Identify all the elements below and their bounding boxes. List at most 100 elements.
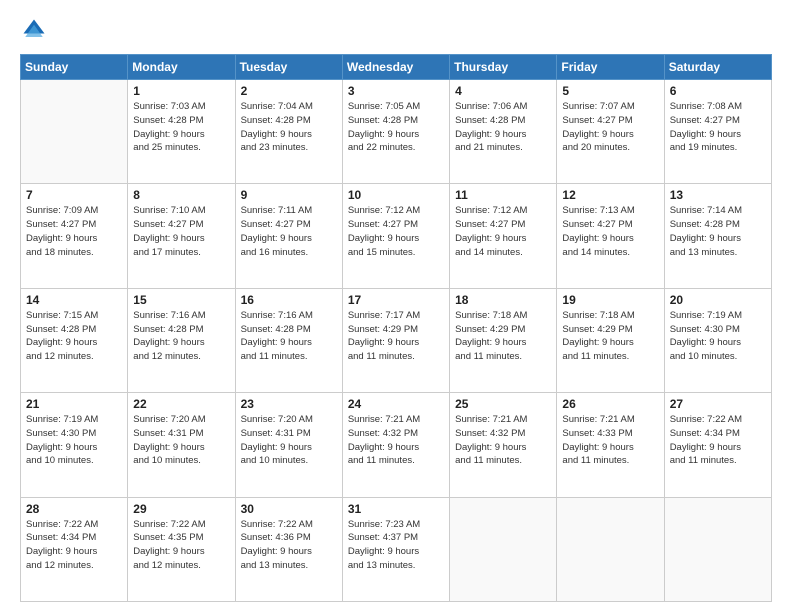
day-number: 29: [133, 502, 229, 516]
day-info: Sunrise: 7:06 AM Sunset: 4:28 PM Dayligh…: [455, 100, 551, 155]
weekday-header: Wednesday: [342, 55, 449, 80]
calendar-cell: 21Sunrise: 7:19 AM Sunset: 4:30 PM Dayli…: [21, 393, 128, 497]
calendar-week-row: 14 Sunrise: 7:15 AM Sunset: 4:28 PM Dayli…: [21, 288, 772, 392]
calendar-cell: [664, 497, 771, 601]
calendar-week-row: 7Sunrise: 7:09 AM Sunset: 4:27 PM Daylig…: [21, 184, 772, 288]
day-number: 24: [348, 397, 444, 411]
calendar-cell: 11 Sunrise: 7:12 AM Sunset: 4:27 PM Dayli…: [450, 184, 557, 288]
calendar-cell: 4 Sunrise: 7:06 AM Sunset: 4:28 PM Daylig…: [450, 80, 557, 184]
day-number: 15: [133, 293, 229, 307]
day-info: Sunrise: 7:22 AM Sunset: 4:34 PM Dayligh…: [670, 413, 766, 468]
logo: [20, 16, 52, 44]
day-number: 28: [26, 502, 122, 516]
day-number: 23: [241, 397, 337, 411]
calendar-cell: 20Sunrise: 7:19 AM Sunset: 4:30 PM Dayli…: [664, 288, 771, 392]
day-info: Sunrise: 7:11 AM Sunset: 4:27 PM Dayligh…: [241, 204, 337, 259]
day-number: 2: [241, 84, 337, 98]
day-info: Sunrise: 7:15 AM Sunset: 4:28 PM Dayligh…: [26, 309, 122, 364]
calendar-cell: 29Sunrise: 7:22 AM Sunset: 4:35 PM Dayli…: [128, 497, 235, 601]
day-number: 9: [241, 188, 337, 202]
day-number: 11: [455, 188, 551, 202]
calendar-cell: 30 Sunrise: 7:22 AM Sunset: 4:36 PM Dayli…: [235, 497, 342, 601]
calendar-cell: 19 Sunrise: 7:18 AM Sunset: 4:29 PM Dayli…: [557, 288, 664, 392]
calendar-week-row: 1 Sunrise: 7:03 AM Sunset: 4:28 PM Daylig…: [21, 80, 772, 184]
calendar-cell: 26 Sunrise: 7:21 AM Sunset: 4:33 PM Dayli…: [557, 393, 664, 497]
calendar-cell: 3 Sunrise: 7:05 AM Sunset: 4:28 PM Daylig…: [342, 80, 449, 184]
day-number: 18: [455, 293, 551, 307]
day-number: 1: [133, 84, 229, 98]
day-info: Sunrise: 7:03 AM Sunset: 4:28 PM Dayligh…: [133, 100, 229, 155]
day-number: 31: [348, 502, 444, 516]
day-number: 12: [562, 188, 658, 202]
calendar-cell: 12 Sunrise: 7:13 AM Sunset: 4:27 PM Dayli…: [557, 184, 664, 288]
weekday-header: Friday: [557, 55, 664, 80]
day-number: 17: [348, 293, 444, 307]
calendar-cell: 16Sunrise: 7:16 AM Sunset: 4:28 PM Dayli…: [235, 288, 342, 392]
weekday-header: Thursday: [450, 55, 557, 80]
day-number: 7: [26, 188, 122, 202]
day-number: 25: [455, 397, 551, 411]
calendar-cell: 23 Sunrise: 7:20 AM Sunset: 4:31 PM Dayli…: [235, 393, 342, 497]
calendar-cell: 17 Sunrise: 7:17 AM Sunset: 4:29 PM Dayli…: [342, 288, 449, 392]
day-info: Sunrise: 7:23 AM Sunset: 4:37 PM Dayligh…: [348, 518, 444, 573]
day-info: Sunrise: 7:19 AM Sunset: 4:30 PM Dayligh…: [26, 413, 122, 468]
day-number: 10: [348, 188, 444, 202]
day-number: 3: [348, 84, 444, 98]
day-info: Sunrise: 7:08 AM Sunset: 4:27 PM Dayligh…: [670, 100, 766, 155]
calendar-week-row: 21Sunrise: 7:19 AM Sunset: 4:30 PM Dayli…: [21, 393, 772, 497]
day-info: Sunrise: 7:10 AM Sunset: 4:27 PM Dayligh…: [133, 204, 229, 259]
day-info: Sunrise: 7:18 AM Sunset: 4:29 PM Dayligh…: [455, 309, 551, 364]
calendar-cell: 28 Sunrise: 7:22 AM Sunset: 4:34 PM Dayli…: [21, 497, 128, 601]
day-info: Sunrise: 7:22 AM Sunset: 4:34 PM Dayligh…: [26, 518, 122, 573]
day-number: 27: [670, 397, 766, 411]
day-info: Sunrise: 7:17 AM Sunset: 4:29 PM Dayligh…: [348, 309, 444, 364]
day-number: 6: [670, 84, 766, 98]
day-number: 5: [562, 84, 658, 98]
day-number: 22: [133, 397, 229, 411]
calendar-cell: 24 Sunrise: 7:21 AM Sunset: 4:32 PM Dayli…: [342, 393, 449, 497]
day-info: Sunrise: 7:13 AM Sunset: 4:27 PM Dayligh…: [562, 204, 658, 259]
day-info: Sunrise: 7:05 AM Sunset: 4:28 PM Dayligh…: [348, 100, 444, 155]
page: SundayMondayTuesdayWednesdayThursdayFrid…: [0, 0, 792, 612]
calendar-cell: 10 Sunrise: 7:12 AM Sunset: 4:27 PM Dayli…: [342, 184, 449, 288]
weekday-header: Tuesday: [235, 55, 342, 80]
header: [20, 16, 772, 44]
day-info: Sunrise: 7:22 AM Sunset: 4:36 PM Dayligh…: [241, 518, 337, 573]
day-info: Sunrise: 7:18 AM Sunset: 4:29 PM Dayligh…: [562, 309, 658, 364]
day-info: Sunrise: 7:20 AM Sunset: 4:31 PM Dayligh…: [241, 413, 337, 468]
calendar-cell: 6 Sunrise: 7:08 AM Sunset: 4:27 PM Daylig…: [664, 80, 771, 184]
day-number: 16: [241, 293, 337, 307]
calendar-cell: [557, 497, 664, 601]
day-info: Sunrise: 7:21 AM Sunset: 4:32 PM Dayligh…: [348, 413, 444, 468]
calendar-cell: 8 Sunrise: 7:10 AM Sunset: 4:27 PM Daylig…: [128, 184, 235, 288]
calendar-cell: 18 Sunrise: 7:18 AM Sunset: 4:29 PM Dayli…: [450, 288, 557, 392]
calendar-cell: 27 Sunrise: 7:22 AM Sunset: 4:34 PM Dayli…: [664, 393, 771, 497]
calendar-cell: 1 Sunrise: 7:03 AM Sunset: 4:28 PM Daylig…: [128, 80, 235, 184]
calendar-table: SundayMondayTuesdayWednesdayThursdayFrid…: [20, 54, 772, 602]
calendar-cell: [450, 497, 557, 601]
calendar-cell: 7Sunrise: 7:09 AM Sunset: 4:27 PM Daylig…: [21, 184, 128, 288]
day-info: Sunrise: 7:04 AM Sunset: 4:28 PM Dayligh…: [241, 100, 337, 155]
logo-icon: [20, 16, 48, 44]
calendar-cell: 15Sunrise: 7:16 AM Sunset: 4:28 PM Dayli…: [128, 288, 235, 392]
calendar-cell: 22Sunrise: 7:20 AM Sunset: 4:31 PM Dayli…: [128, 393, 235, 497]
calendar-cell: 31 Sunrise: 7:23 AM Sunset: 4:37 PM Dayli…: [342, 497, 449, 601]
calendar-header-row: SundayMondayTuesdayWednesdayThursdayFrid…: [21, 55, 772, 80]
day-info: Sunrise: 7:12 AM Sunset: 4:27 PM Dayligh…: [455, 204, 551, 259]
day-info: Sunrise: 7:21 AM Sunset: 4:32 PM Dayligh…: [455, 413, 551, 468]
day-info: Sunrise: 7:12 AM Sunset: 4:27 PM Dayligh…: [348, 204, 444, 259]
calendar-cell: 9 Sunrise: 7:11 AM Sunset: 4:27 PM Daylig…: [235, 184, 342, 288]
day-info: Sunrise: 7:19 AM Sunset: 4:30 PM Dayligh…: [670, 309, 766, 364]
day-info: Sunrise: 7:21 AM Sunset: 4:33 PM Dayligh…: [562, 413, 658, 468]
day-number: 26: [562, 397, 658, 411]
day-number: 4: [455, 84, 551, 98]
calendar-cell: [21, 80, 128, 184]
day-number: 8: [133, 188, 229, 202]
day-number: 19: [562, 293, 658, 307]
weekday-header: Monday: [128, 55, 235, 80]
calendar-cell: 25 Sunrise: 7:21 AM Sunset: 4:32 PM Dayli…: [450, 393, 557, 497]
day-number: 14: [26, 293, 122, 307]
weekday-header: Saturday: [664, 55, 771, 80]
day-info: Sunrise: 7:14 AM Sunset: 4:28 PM Dayligh…: [670, 204, 766, 259]
day-number: 30: [241, 502, 337, 516]
